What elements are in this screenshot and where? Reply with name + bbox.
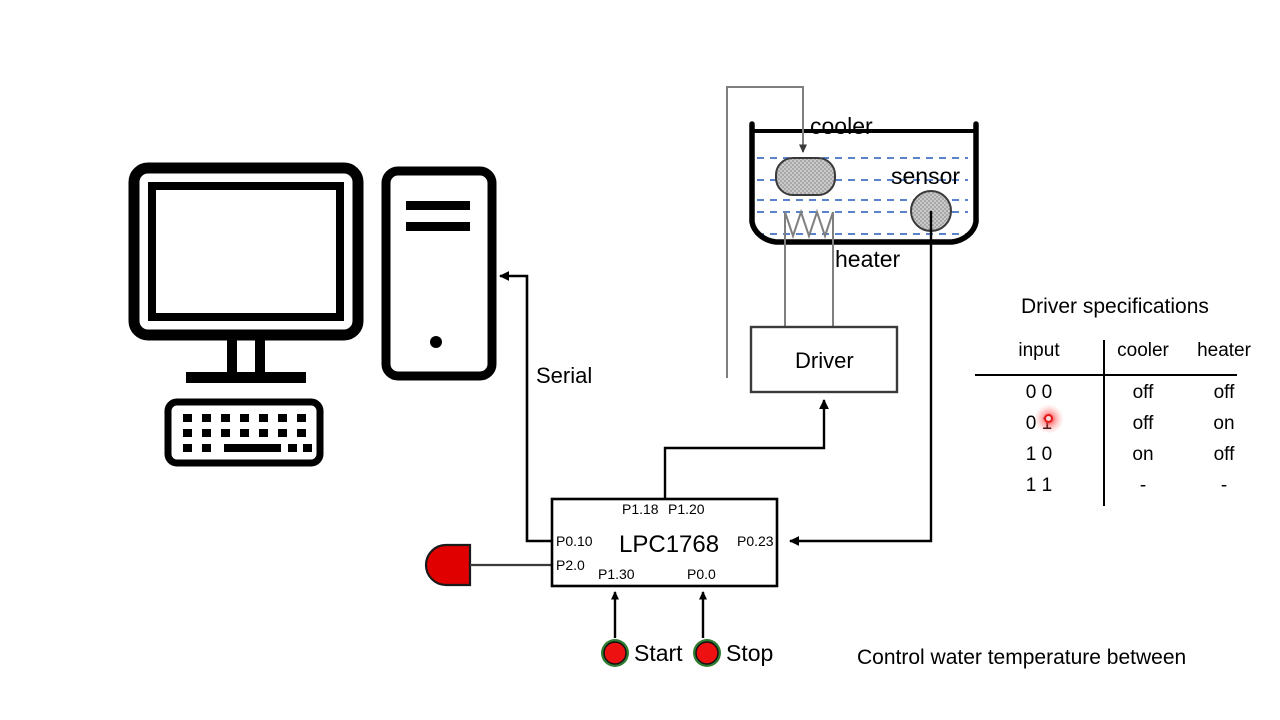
heater-element: [784, 208, 834, 327]
pin-label-p0-23: P0.23: [737, 533, 774, 549]
pin-label-p0-10: P0.10: [556, 533, 593, 549]
start-button-label: Start: [634, 640, 683, 666]
table-row: 0 1 off on: [975, 413, 1265, 444]
monitor-icon: [128, 162, 364, 383]
serial-label: Serial: [536, 363, 593, 388]
sensor-label: sensor: [891, 163, 961, 189]
spec-cell-input: 0 0: [1025, 382, 1053, 403]
spec-cell-input: 1 1: [1025, 475, 1053, 496]
table-row: 1 1 - -: [975, 475, 1265, 506]
laser-pointer-dot: [1044, 414, 1053, 423]
spec-cell-cooler: -: [1139, 475, 1147, 496]
spec-cell-heater: off: [1213, 444, 1235, 465]
driver-label: Driver: [795, 348, 854, 373]
caption-text: Control water temperature between 80°C a…: [857, 596, 1186, 720]
spec-table-title: Driver specifications: [1021, 295, 1209, 318]
driver-control-wire: [663, 399, 829, 499]
start-button[interactable]: [601, 639, 629, 667]
stop-button[interactable]: [693, 639, 721, 667]
spec-cell-cooler: on: [1132, 444, 1154, 465]
spec-cell-heater: on: [1213, 413, 1235, 434]
pin-label-p1-30: P1.30: [598, 566, 635, 582]
spec-header-cooler: cooler: [1117, 340, 1169, 361]
spec-table: input cooler heater 0 0 off off 0 1 off …: [975, 340, 1265, 506]
caption-line-1: Control water temperature between: [857, 645, 1187, 669]
spec-cell-heater: off: [1213, 382, 1235, 403]
table-row: 0 0 off off: [975, 382, 1265, 413]
spec-cell-cooler: off: [1132, 382, 1154, 403]
pin-label-p0-0: P0.0: [687, 566, 716, 582]
pin-label-p2-0: P2.0: [556, 557, 585, 573]
stop-button-label: Stop: [726, 640, 774, 666]
serial-link-wire: [499, 271, 552, 543]
spec-header-input: input: [1018, 340, 1060, 361]
pin-label-p1-18: P1.18: [622, 501, 659, 517]
spec-cell-heater: -: [1220, 475, 1228, 496]
led-indicator: [424, 543, 552, 587]
heater-label: heater: [835, 246, 901, 272]
spec-cell-input: 1 0: [1025, 444, 1053, 465]
keyboard-icon: [164, 398, 324, 467]
spec-table-header-row: input cooler heater: [975, 340, 1265, 373]
cooler-label: cooler: [810, 113, 873, 139]
diagram-canvas: cooler sensor heater Driver Serial LPC17…: [0, 0, 1280, 720]
cooler-element: [775, 157, 836, 196]
spec-header-heater: heater: [1197, 340, 1251, 361]
spec-cell-cooler: off: [1132, 413, 1154, 434]
pin-label-p1-20: P1.20: [668, 501, 705, 517]
table-row: 1 0 on off: [975, 444, 1265, 475]
pc-tower-icon: [381, 166, 497, 381]
mcu-label: LPC1768: [619, 531, 720, 558]
